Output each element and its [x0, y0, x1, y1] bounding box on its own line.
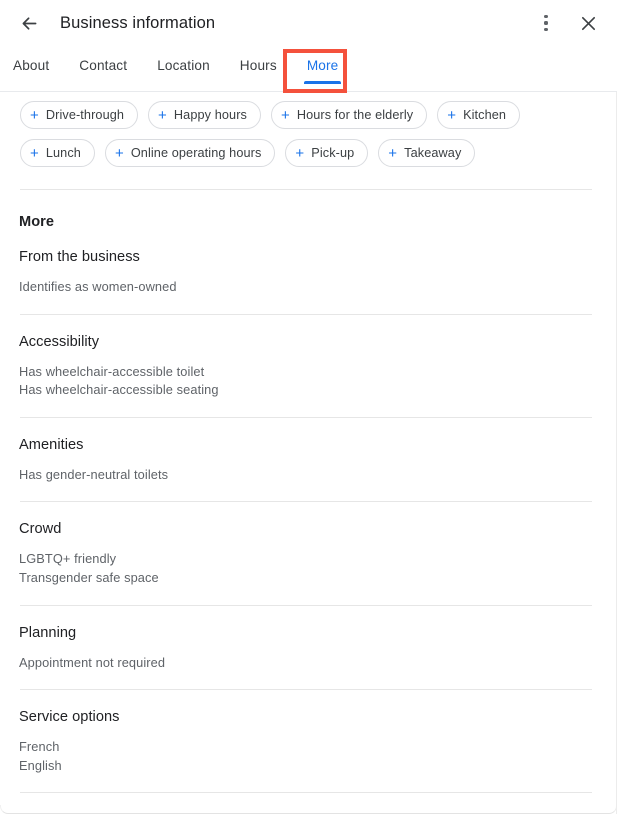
chip-online-operating-hours[interactable]: + Online operating hours — [105, 139, 275, 167]
section-accessibility: Accessibility Has wheelchair-accessible … — [19, 315, 596, 417]
section-from-the-business: From the business Identifies as women-ow… — [19, 230, 596, 314]
section-title: Crowd — [19, 521, 596, 537]
tab-more[interactable]: More — [307, 46, 339, 73]
section-crowd: Crowd LGBTQ+ friendly Transgender safe s… — [19, 502, 596, 604]
chip-label: Lunch — [46, 146, 81, 160]
close-icon — [578, 13, 599, 34]
section-title: Planning — [19, 625, 596, 641]
business-information-panel: Business information About Contact Locat… — [0, 0, 617, 814]
panel-bottom-edge — [0, 805, 617, 814]
chip-label: Pick-up — [311, 146, 354, 160]
attribute-chip-list: + Drive-through + Happy hours + Hours fo… — [0, 92, 580, 171]
more-section-heading: More — [19, 190, 596, 230]
header-actions — [529, 6, 605, 40]
back-button[interactable] — [12, 6, 46, 40]
section-item: Has wheelchair-accessible toilet — [19, 363, 596, 382]
plus-icon: + — [295, 146, 304, 161]
plus-icon: + — [447, 108, 456, 123]
plus-icon: + — [281, 108, 290, 123]
section-title: Amenities — [19, 437, 596, 453]
tab-contact[interactable]: Contact — [79, 46, 127, 73]
plus-icon: + — [388, 146, 397, 161]
plus-icon: + — [115, 146, 124, 161]
section-item: English — [19, 757, 596, 776]
section-item: Has wheelchair-accessible seating — [19, 381, 596, 400]
plus-icon: + — [158, 108, 167, 123]
arrow-left-icon — [19, 13, 40, 34]
panel-content[interactable]: + Drive-through + Happy hours + Hours fo… — [0, 92, 617, 814]
section-title: Service options — [19, 709, 596, 725]
overflow-menu-button[interactable] — [529, 6, 563, 40]
close-button[interactable] — [571, 6, 605, 40]
section-item: Has gender-neutral toilets — [19, 466, 596, 485]
chip-drive-through[interactable]: + Drive-through — [20, 101, 138, 129]
chip-takeaway[interactable]: + Takeaway — [378, 139, 475, 167]
chip-label: Happy hours — [174, 108, 247, 122]
page-title: Business information — [60, 14, 529, 33]
chip-label: Hours for the elderly — [297, 108, 413, 122]
chip-label: Kitchen — [463, 108, 506, 122]
plus-icon: + — [30, 108, 39, 123]
plus-icon: + — [30, 146, 39, 161]
section-item: Identifies as women-owned — [19, 278, 596, 297]
tab-about[interactable]: About — [13, 46, 49, 73]
section-title: From the business — [19, 249, 596, 265]
more-sections: More From the business Identifies as wom… — [0, 189, 616, 814]
panel-header: Business information — [0, 0, 617, 46]
chip-label: Online operating hours — [131, 146, 262, 160]
section-amenities: Amenities Has gender-neutral toilets — [19, 418, 596, 502]
chip-happy-hours[interactable]: + Happy hours — [148, 101, 261, 129]
section-item: Appointment not required — [19, 654, 596, 673]
section-service-options: Service options French English — [19, 690, 596, 792]
section-title: Accessibility — [19, 334, 596, 350]
chip-lunch[interactable]: + Lunch — [20, 139, 95, 167]
tab-hours[interactable]: Hours — [240, 46, 277, 73]
tab-bar: About Contact Location Hours More — [0, 46, 617, 92]
chip-label: Takeaway — [404, 146, 461, 160]
chip-pick-up[interactable]: + Pick-up — [285, 139, 368, 167]
section-item: Transgender safe space — [19, 569, 596, 588]
chip-hours-for-the-elderly[interactable]: + Hours for the elderly — [271, 101, 427, 129]
chip-kitchen[interactable]: + Kitchen — [437, 101, 520, 129]
section-planning: Planning Appointment not required — [19, 606, 596, 690]
more-vert-icon — [544, 15, 547, 31]
chip-label: Drive-through — [46, 108, 124, 122]
section-item: French — [19, 738, 596, 757]
tab-location[interactable]: Location — [157, 46, 210, 73]
section-item: LGBTQ+ friendly — [19, 550, 596, 569]
